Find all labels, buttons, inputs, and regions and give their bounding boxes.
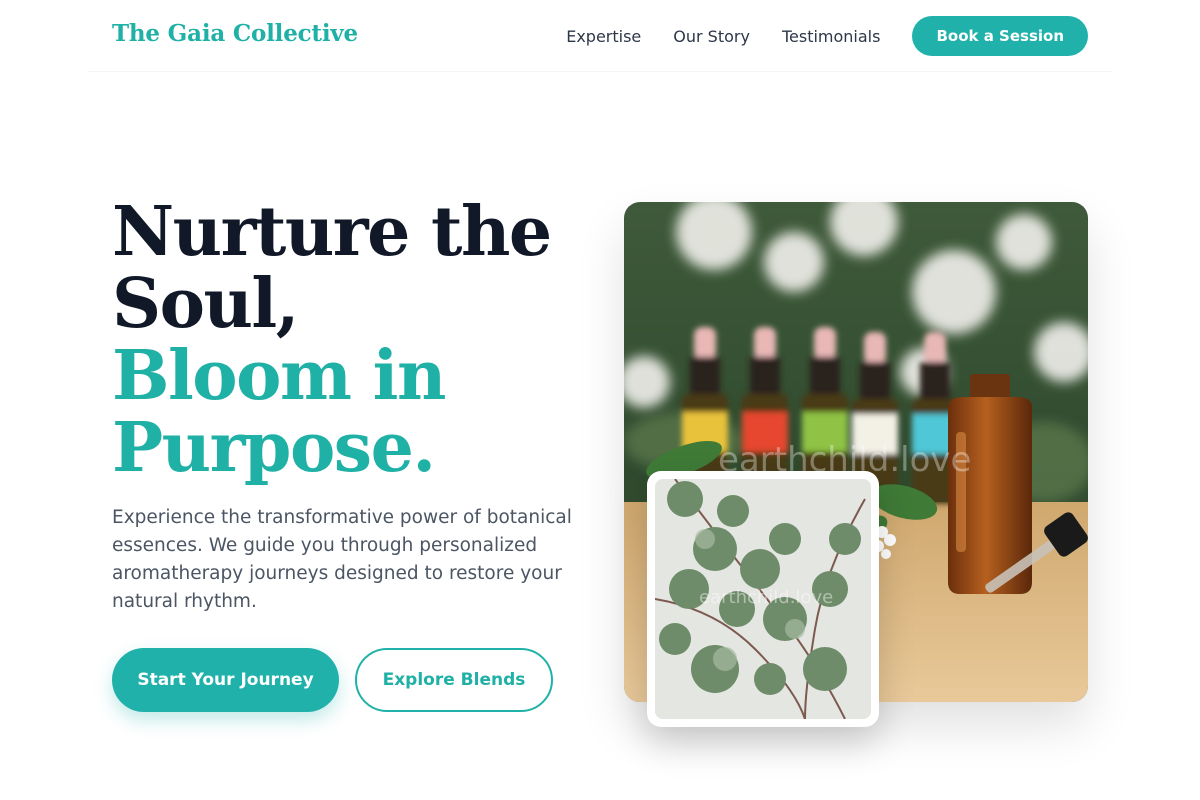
inset-image-watermark: earthchild.love <box>699 587 834 608</box>
hero-title-accent-line-2: Purpose. <box>112 408 436 488</box>
book-session-button[interactable]: Book a Session <box>912 16 1088 56</box>
hero-title: Nurture the Soul, Bloom in Purpose. <box>112 196 592 484</box>
eucalyptus-image: earthchild.love <box>655 479 871 719</box>
eucalyptus-image-card: earthchild.love <box>647 471 879 727</box>
hero-title-accent-line-1: Bloom in <box>112 336 446 416</box>
brand-logo[interactable]: The Gaia Collective <box>112 20 358 47</box>
main-nav: Expertise Our Story Testimonials Book a … <box>566 16 1088 56</box>
nav-link-testimonials[interactable]: Testimonials <box>782 27 881 46</box>
start-journey-button[interactable]: Start Your Journey <box>112 648 339 712</box>
nav-link-our-story[interactable]: Our Story <box>673 27 750 46</box>
hero-title-line-1: Nurture the <box>112 192 552 272</box>
explore-blends-button[interactable]: Explore Blends <box>355 648 553 712</box>
hero-title-line-2: Soul, <box>112 264 299 344</box>
hero-description: Experience the transformative power of b… <box>112 507 572 612</box>
nav-link-expertise[interactable]: Expertise <box>566 27 641 46</box>
site-header: The Gaia Collective Expertise Our Story … <box>88 0 1112 72</box>
